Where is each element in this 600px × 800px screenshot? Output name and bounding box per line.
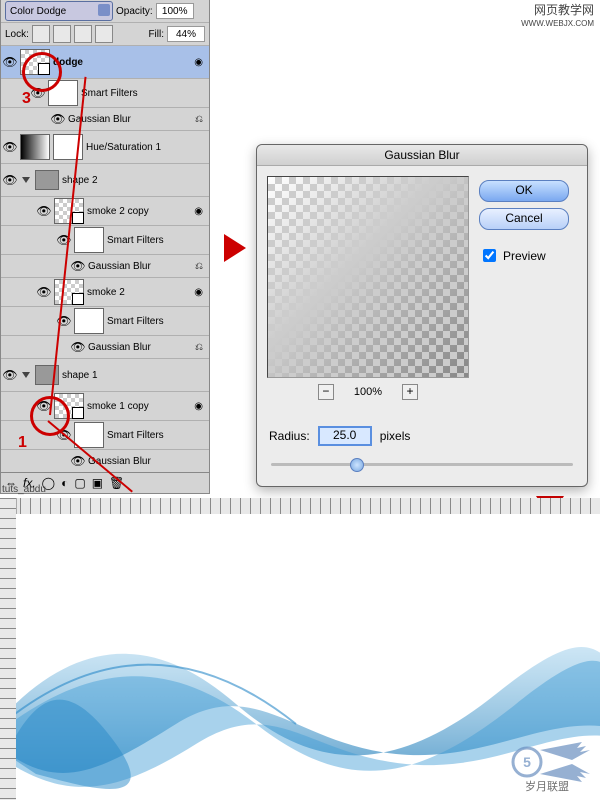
mask-thumbnail[interactable] xyxy=(74,422,104,448)
new-layer-icon[interactable]: ▣ xyxy=(92,476,103,490)
visibility-icon[interactable]: 👁 xyxy=(3,141,17,153)
preview-checkbox-input[interactable] xyxy=(483,249,496,262)
visibility-icon[interactable]: 👁 xyxy=(31,87,45,99)
smart-filters-row[interactable]: 👁 Smart Filters xyxy=(1,79,209,108)
preview-checkbox[interactable]: Preview xyxy=(479,246,569,265)
document-canvas[interactable]: 5 岁月联盟 xyxy=(16,514,600,800)
filter-badge-icon[interactable]: ◉ xyxy=(194,206,203,217)
adjustment-thumbnail[interactable] xyxy=(20,134,50,160)
filter-gaussian-blur[interactable]: 👁 Gaussian Blur ⎌ xyxy=(1,108,209,131)
lock-move-icon[interactable] xyxy=(74,25,92,43)
layers-panel: Color Dodge Opacity: 100% Lock: Fill: 44… xyxy=(0,0,210,494)
layer-list: 👁 dodge ◉ 👁 Smart Filters 👁 Gaussian Blu… xyxy=(1,46,209,472)
fill-label: Fill: xyxy=(148,29,164,40)
layer-smoke1copy[interactable]: 👁 smoke 1 copy ◉ xyxy=(1,392,209,421)
visibility-icon[interactable]: 👁 xyxy=(3,174,17,186)
blend-opacity-row: Color Dodge Opacity: 100% xyxy=(1,0,209,23)
ok-button[interactable]: OK xyxy=(479,180,569,202)
lock-transparent-icon[interactable] xyxy=(32,25,50,43)
visibility-icon[interactable]: 👁 xyxy=(37,400,51,412)
layer-name: dodge xyxy=(53,57,191,68)
layer-dodge[interactable]: 👁 dodge ◉ xyxy=(1,46,209,79)
lock-fill-row: Lock: Fill: 44% xyxy=(1,23,209,46)
document-tab[interactable]: tuts_abdu xyxy=(2,484,46,495)
filter-gaussian-blur[interactable]: 👁 Gaussian Blur ⎌ xyxy=(1,255,209,278)
layer-thumbnail[interactable] xyxy=(54,198,84,224)
filter-badge-icon[interactable]: ◉ xyxy=(194,401,203,412)
opacity-label: Opacity: xyxy=(116,6,153,17)
visibility-icon[interactable]: 👁 xyxy=(3,56,17,68)
layer-smoke2[interactable]: 👁 smoke 2 ◉ xyxy=(1,278,209,307)
radius-unit: pixels xyxy=(380,429,411,443)
visibility-icon[interactable]: 👁 xyxy=(71,260,85,272)
filter-options-icon[interactable]: ⎌ xyxy=(195,114,203,125)
filter-preview[interactable] xyxy=(267,176,469,378)
svg-text:5: 5 xyxy=(523,754,531,770)
filter-badge-icon[interactable]: ◉ xyxy=(194,57,203,68)
mask-thumbnail[interactable] xyxy=(74,308,104,334)
trash-icon[interactable]: 🗑 xyxy=(109,476,124,490)
filter-options-icon[interactable]: ⎌ xyxy=(195,261,203,272)
radius-input[interactable]: 25.0 xyxy=(318,426,372,446)
layer-thumbnail[interactable] xyxy=(54,393,84,419)
mask-thumbnail[interactable] xyxy=(48,80,78,106)
opacity-input[interactable]: 100% xyxy=(156,3,194,19)
group-shape2[interactable]: 👁 shape 2 xyxy=(1,164,209,197)
adjustment-icon[interactable]: ◐ xyxy=(61,476,68,490)
mask-thumbnail[interactable] xyxy=(53,134,83,160)
radius-label: Radius: xyxy=(269,429,310,443)
filter-gaussian-blur[interactable]: 👁 Gaussian Blur ⎌ xyxy=(1,336,209,359)
smart-filters-row[interactable]: 👁 Smart Filters xyxy=(1,226,209,255)
filter-badge-icon[interactable]: ◉ xyxy=(194,287,203,298)
layer-hue-saturation[interactable]: 👁 Hue/Saturation 1 xyxy=(1,131,209,164)
annotation-number-3: 3 xyxy=(22,90,31,108)
annotation-number-1: 1 xyxy=(18,434,27,452)
visibility-icon[interactable]: 👁 xyxy=(57,234,71,246)
blend-mode-select[interactable]: Color Dodge xyxy=(5,1,113,21)
watermark-bottom: 5 岁月联盟 xyxy=(502,732,592,792)
lock-label: Lock: xyxy=(5,29,29,40)
cancel-button[interactable]: Cancel xyxy=(479,208,569,230)
filter-gaussian-blur[interactable]: 👁 Gaussian Blur xyxy=(1,450,209,472)
visibility-icon[interactable]: 👁 xyxy=(51,113,65,125)
zoom-in-button[interactable]: + xyxy=(402,384,418,400)
visibility-icon[interactable]: 👁 xyxy=(37,286,51,298)
disclosure-triangle-icon[interactable] xyxy=(22,372,30,378)
group-shape1[interactable]: 👁 shape 1 xyxy=(1,359,209,392)
folder-icon xyxy=(35,365,59,385)
zoom-out-button[interactable]: − xyxy=(318,384,334,400)
radius-slider[interactable] xyxy=(271,456,573,472)
visibility-icon[interactable]: 👁 xyxy=(57,315,71,327)
mask-thumbnail[interactable] xyxy=(74,227,104,253)
smart-filters-row[interactable]: 👁 Smart Filters xyxy=(1,421,209,450)
lock-all-icon[interactable] xyxy=(95,25,113,43)
fill-input[interactable]: 44% xyxy=(167,26,205,42)
disclosure-triangle-icon[interactable] xyxy=(22,177,30,183)
gaussian-blur-dialog: Gaussian Blur − 100% + OK Cancel Preview… xyxy=(256,144,588,487)
slider-thumb[interactable] xyxy=(350,458,364,472)
watermark-top: 网页教学网 WWW.WEBJX.COM xyxy=(521,4,594,30)
smart-filters-row[interactable]: 👁 Smart Filters xyxy=(1,307,209,336)
layer-thumbnail[interactable] xyxy=(54,279,84,305)
lock-brush-icon[interactable] xyxy=(53,25,71,43)
folder-icon[interactable]: ▢ xyxy=(74,476,85,490)
visibility-icon[interactable]: 👁 xyxy=(71,455,85,467)
filter-options-icon[interactable]: ⎌ xyxy=(195,342,203,353)
visibility-icon[interactable]: 👁 xyxy=(71,341,85,353)
svg-text:岁月联盟: 岁月联盟 xyxy=(525,779,569,792)
ruler-horizontal xyxy=(0,498,600,515)
dialog-title: Gaussian Blur xyxy=(257,145,587,166)
folder-icon xyxy=(35,170,59,190)
slider-track xyxy=(271,463,573,466)
visibility-icon[interactable]: 👁 xyxy=(57,429,71,441)
visibility-icon[interactable]: 👁 xyxy=(37,205,51,217)
ruler-vertical xyxy=(0,498,17,800)
layer-thumbnail[interactable] xyxy=(20,49,50,75)
arrow-right-icon xyxy=(224,234,246,262)
zoom-level: 100% xyxy=(354,386,382,398)
layer-smoke2copy[interactable]: 👁 smoke 2 copy ◉ xyxy=(1,197,209,226)
visibility-icon[interactable]: 👁 xyxy=(3,369,17,381)
